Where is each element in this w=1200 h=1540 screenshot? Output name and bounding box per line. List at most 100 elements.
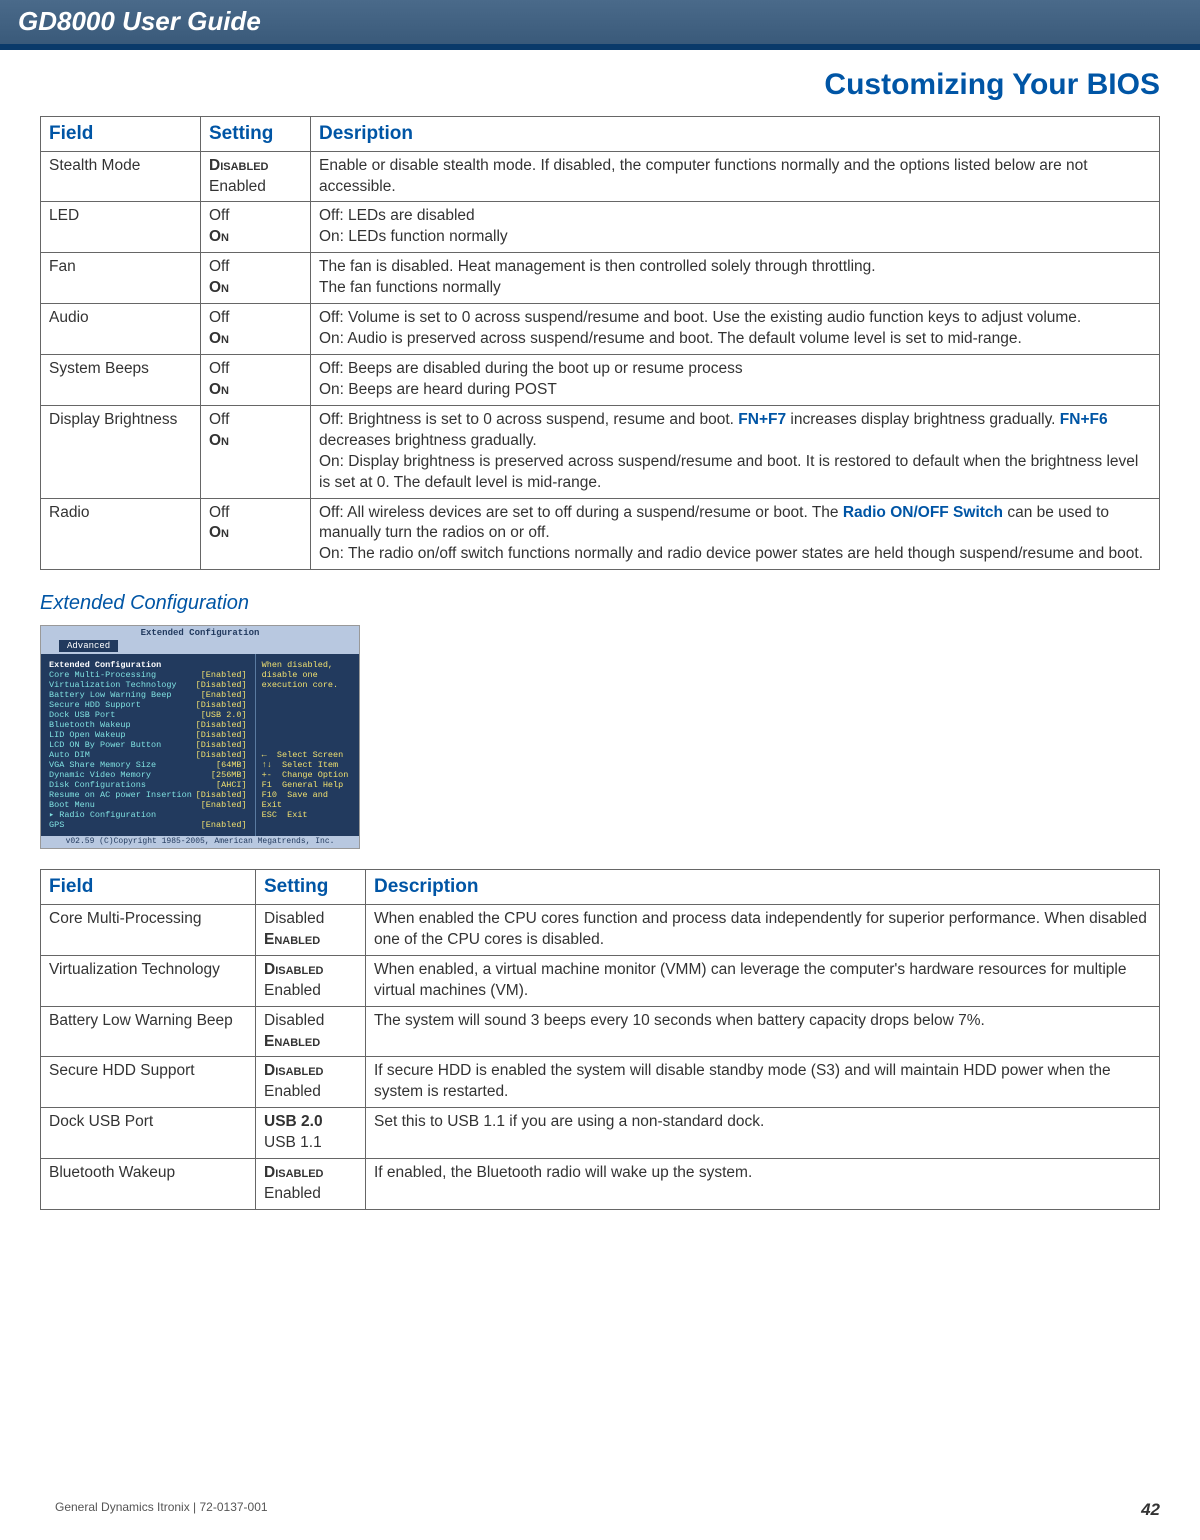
desc-line: On: The radio on/off switch functions no…	[319, 545, 1143, 562]
table-row: LED OffOn Off: LEDs are disabledOn: LEDs…	[41, 202, 1160, 253]
desc-line: On: Display brightness is preserved acro…	[319, 453, 1138, 491]
cell-field: Stealth Mode	[41, 151, 201, 202]
extended-table: Field Setting Description Core Multi-Pro…	[40, 869, 1160, 1210]
bios-nav-item: ← Select Screen	[262, 750, 353, 760]
bios-nav-item: ↑↓ Select Item	[262, 760, 353, 770]
bios-item: Resume on AC power Insertion[Disabled]	[49, 790, 247, 800]
header-rule	[0, 44, 1200, 50]
setting-alt: Off	[209, 258, 229, 275]
cell-desc: If enabled, the Bluetooth radio will wak…	[366, 1159, 1160, 1210]
table-row: Display Brightness Off On Off: Brightness…	[41, 405, 1160, 498]
bios-screenshot: Extended Configuration Advanced Extended…	[40, 625, 360, 849]
table-row: Radio Off On Off: All wireless devices ar…	[41, 498, 1160, 570]
cell-desc: Off: Brightness is set to 0 across suspe…	[311, 405, 1160, 498]
bios-item: Bluetooth Wakeup[Disabled]	[49, 720, 247, 730]
cell-field: Radio	[41, 498, 201, 570]
bios-nav-item: F1 General Help	[262, 780, 353, 790]
bios-item: LCD ON By Power Button[Disabled]	[49, 740, 247, 750]
table-row: Audio OffOn Off: Volume is set to 0 acro…	[41, 304, 1160, 355]
cell-setting: OffOn	[201, 304, 311, 355]
bios-item: ▸ Radio Configuration	[49, 810, 247, 820]
cell-setting: Off On	[201, 405, 311, 498]
page-footer: General Dynamics Itronix | 72-0137-001 4…	[55, 1500, 1160, 1520]
cell-desc: Enable or disable stealth mode. If disab…	[311, 151, 1160, 202]
doc-title: GD8000 User Guide	[0, 0, 1200, 43]
setting-bold: On	[209, 524, 229, 541]
page-content: Field Setting Desription Stealth Mode Di…	[0, 116, 1200, 1210]
bios-item: Auto DIM[Disabled]	[49, 750, 247, 760]
bios-heading: Extended Configuration	[49, 660, 247, 670]
bios-item: GPS[Enabled]	[49, 820, 247, 830]
header-bar: GD8000 User Guide	[0, 0, 1200, 44]
desc-line: The fan functions normally	[319, 279, 501, 296]
th-field: Field	[41, 117, 201, 152]
cell-setting: Disabled Enabled	[201, 151, 311, 202]
desc-line: decreases brightness gradually.	[319, 432, 537, 449]
cell-field: Bluetooth Wakeup	[41, 1159, 256, 1210]
bios-item: Secure HDD Support[Disabled]	[49, 700, 247, 710]
cell-field: LED	[41, 202, 201, 253]
link-text: Radio ON/OFF Switch	[843, 504, 1003, 521]
table-row: Secure HDD SupportDisabledEnabledIf secu…	[41, 1057, 1160, 1108]
desc-line: On: Beeps are heard during POST	[319, 381, 557, 398]
cell-setting: DisabledEnabled	[256, 1057, 366, 1108]
cell-desc: The system will sound 3 beeps every 10 s…	[366, 1006, 1160, 1057]
footer-left: General Dynamics Itronix | 72-0137-001	[55, 1500, 268, 1520]
setting-bold: On	[209, 279, 229, 296]
setting-alt: Enabled	[209, 178, 266, 195]
bios-nav-item: ESC Exit	[262, 810, 353, 820]
cell-setting: DisabledEnabled	[256, 955, 366, 1006]
bios-item: Virtualization Technology[Disabled]	[49, 680, 247, 690]
cell-desc: Off: LEDs are disabledOn: LEDs function …	[311, 202, 1160, 253]
setting-bold: On	[209, 432, 229, 449]
desc-line: On: Audio is preserved across suspend/re…	[319, 330, 1022, 347]
cell-field: Display Brightness	[41, 405, 201, 498]
bios-item: Boot Menu[Enabled]	[49, 800, 247, 810]
cell-desc: The fan is disabled. Heat management is …	[311, 253, 1160, 304]
th-desc: Desription	[311, 117, 1160, 152]
table-row: Battery Low Warning BeepDisabledEnabledT…	[41, 1006, 1160, 1057]
cell-setting: DisabledEnabled	[256, 1006, 366, 1057]
cell-setting: DisabledEnabled	[256, 904, 366, 955]
cell-desc: Off: Beeps are disabled during the boot …	[311, 355, 1160, 406]
setting-bold: On	[209, 228, 229, 245]
bios-footer: v02.59 (C)Copyright 1985-2005, American …	[41, 836, 359, 848]
stealth-table: Field Setting Desription Stealth Mode Di…	[40, 116, 1160, 570]
bios-item: Disk Configurations[AHCI]	[49, 780, 247, 790]
cell-setting: Off On	[201, 498, 311, 570]
bios-nav-item: F10 Save and Exit	[262, 790, 353, 810]
cell-field: Dock USB Port	[41, 1108, 256, 1159]
desc-line: On: LEDs function normally	[319, 228, 508, 245]
cell-field: Core Multi-Processing	[41, 904, 256, 955]
table-row: Bluetooth WakeupDisabledEnabledIf enable…	[41, 1159, 1160, 1210]
bios-item: LID Open Wakeup[Disabled]	[49, 730, 247, 740]
cell-setting: DisabledEnabled	[256, 1159, 366, 1210]
bios-title: Extended Configuration	[41, 626, 359, 640]
cell-field: Fan	[41, 253, 201, 304]
cell-setting: OffOn	[201, 202, 311, 253]
setting-alt: Off	[209, 504, 229, 521]
bios-item: VGA Share Memory Size[64MB]	[49, 760, 247, 770]
setting-alt: Off	[209, 309, 229, 326]
setting-bold: On	[209, 381, 229, 398]
bios-item: Battery Low Warning Beep[Enabled]	[49, 690, 247, 700]
cell-field: Secure HDD Support	[41, 1057, 256, 1108]
cell-setting: Off On	[201, 355, 311, 406]
cell-desc: When enabled, a virtual machine monitor …	[366, 955, 1160, 1006]
bios-tabbar: Advanced	[41, 640, 359, 654]
bios-help-text: When disabled, disable one execution cor…	[262, 660, 353, 690]
th-setting: Setting	[201, 117, 311, 152]
table-row: Virtualization TechnologyDisabledEnabled…	[41, 955, 1160, 1006]
th-field: Field	[41, 870, 256, 905]
desc-line: Off: Volume is set to 0 across suspend/r…	[319, 309, 1081, 326]
bios-left-pane: Extended Configuration Core Multi-Proces…	[41, 654, 255, 836]
setting-bold: Disabled	[209, 157, 268, 174]
cell-desc: Off: All wireless devices are set to off…	[311, 498, 1160, 570]
setting-alt: Off	[209, 360, 229, 377]
desc-line: Off: Beeps are disabled during the boot …	[319, 360, 743, 377]
cell-desc: If secure HDD is enabled the system will…	[366, 1057, 1160, 1108]
th-setting: Setting	[256, 870, 366, 905]
setting-alt: Off	[209, 411, 229, 428]
desc-line: Off: All wireless devices are set to off…	[319, 504, 843, 521]
table-row: Dock USB PortUSB 2.0USB 1.1Set this to U…	[41, 1108, 1160, 1159]
